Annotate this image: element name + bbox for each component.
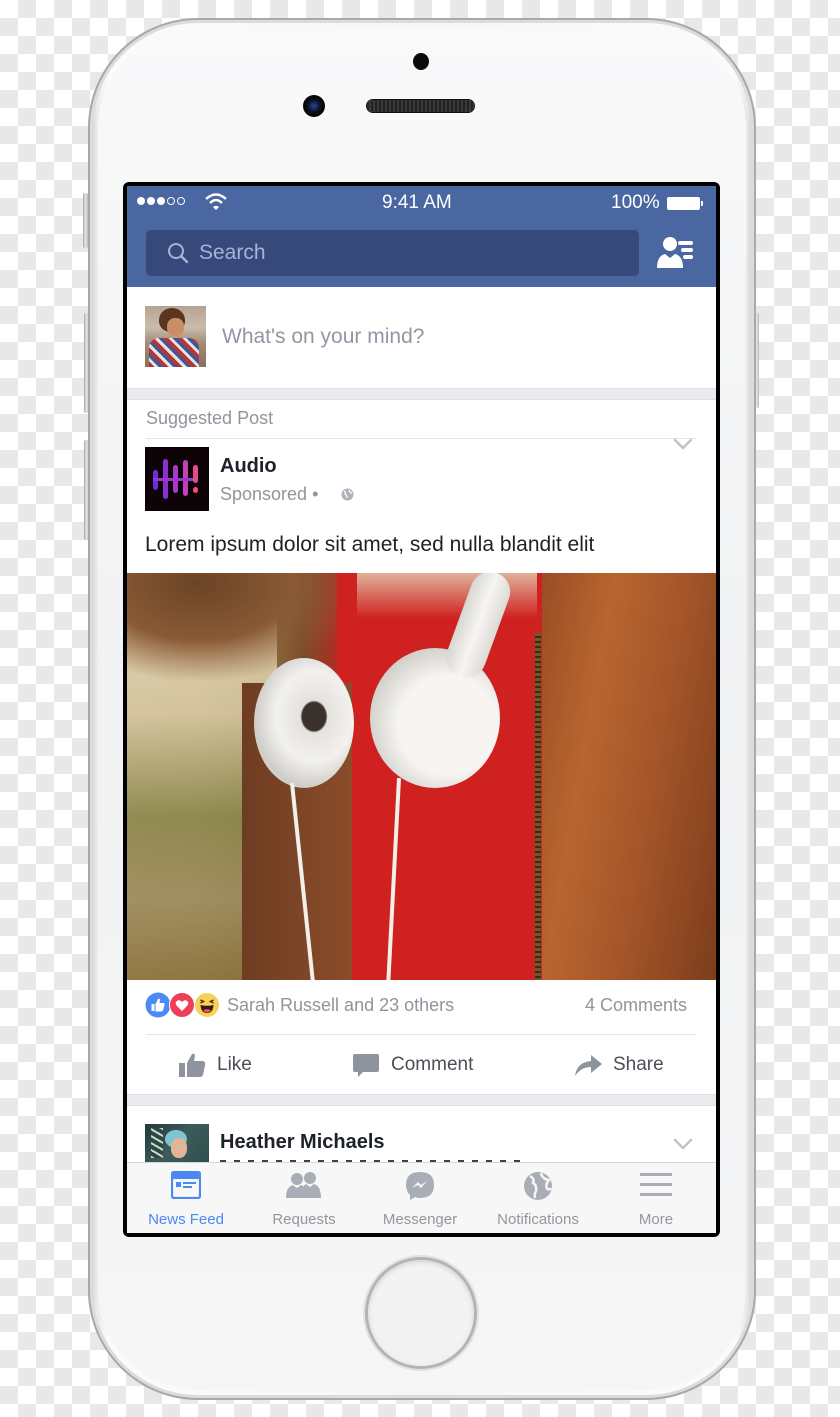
battery-percent: 100% (611, 192, 660, 213)
tab-messenger[interactable]: Messenger (361, 1163, 479, 1233)
tab-label: News Feed (148, 1211, 224, 1228)
sponsored-label: Sponsored • (220, 484, 319, 504)
composer-placeholder: What's on your mind? (222, 325, 425, 348)
earpiece-speaker (367, 100, 474, 112)
like-label: Like (217, 1054, 252, 1075)
proximity-sensor (413, 53, 429, 70)
search-icon (168, 243, 189, 264)
tab-label: More (638, 1211, 674, 1228)
reaction-icons[interactable] (145, 992, 225, 1020)
user-avatar[interactable] (145, 306, 206, 367)
haha-reaction-icon (194, 992, 220, 1018)
front-camera (303, 95, 325, 117)
post-options-chevron-icon[interactable] (673, 438, 693, 450)
divider (146, 438, 697, 439)
hamburger-icon (640, 1173, 672, 1196)
signal-strength-icon (137, 197, 185, 205)
thumbs-up-icon (179, 1053, 206, 1077)
next-post: Heather Michaels (127, 1106, 716, 1166)
suggested-post-label: Suggested Post (146, 408, 274, 428)
tab-label: Notifications (497, 1211, 579, 1228)
messenger-icon (406, 1172, 434, 1200)
wifi-icon (205, 193, 227, 210)
share-label: Share (613, 1054, 664, 1075)
tab-news-feed[interactable]: News Feed (127, 1163, 245, 1233)
divider (146, 1034, 697, 1035)
share-button[interactable]: Share (567, 1040, 707, 1090)
phone-screen: 9:41 AM 100% Search What's on your mind?… (123, 182, 720, 1237)
friend-requests-icon[interactable] (657, 236, 697, 270)
search-input[interactable]: Search (146, 230, 639, 276)
battery-icon (667, 197, 700, 210)
app-header: 9:41 AM 100% Search (127, 186, 716, 287)
tab-label: Requests (272, 1211, 336, 1228)
tab-label: Messenger (382, 1211, 458, 1228)
feed-separator (127, 1094, 716, 1106)
love-reaction-icon (169, 992, 195, 1018)
tab-notifications[interactable]: Notifications (479, 1163, 597, 1233)
globe-icon (341, 488, 354, 501)
search-placeholder: Search (199, 241, 266, 264)
share-arrow-icon (575, 1055, 602, 1076)
tab-more[interactable]: More (597, 1163, 715, 1233)
status-composer[interactable]: What's on your mind? (127, 287, 716, 388)
author-name[interactable]: Heather Michaels (220, 1131, 385, 1154)
suggested-post: Suggested Post Audio Sponsored • Lorem i… (127, 400, 716, 1095)
app-viewport: 9:41 AM 100% Search What's on your mind?… (127, 186, 716, 1233)
comment-count[interactable]: 4 Comments (585, 995, 687, 1016)
page-name[interactable]: Audio (220, 455, 277, 478)
comment-bubble-icon (353, 1054, 379, 1077)
battery-tip (701, 201, 703, 206)
status-time: 9:41 AM (382, 192, 452, 213)
comment-button[interactable]: Comment (347, 1040, 517, 1090)
like-reaction-icon (145, 992, 171, 1018)
globe-icon (524, 1172, 553, 1200)
friends-icon (286, 1172, 321, 1198)
reaction-summary[interactable]: Sarah Russell and 23 others (227, 995, 454, 1016)
like-button[interactable]: Like (167, 1040, 317, 1090)
bottom-tab-bar: News Feed Requests Messenger Notificatio… (127, 1162, 716, 1233)
feed-separator (127, 388, 716, 400)
post-text: Lorem ipsum dolor sit amet, sed nulla bl… (145, 533, 595, 556)
post-options-chevron-icon[interactable] (673, 1138, 693, 1150)
home-button[interactable] (368, 1260, 474, 1366)
post-image[interactable] (127, 573, 716, 980)
author-avatar[interactable] (145, 1124, 209, 1166)
news-feed-icon (171, 1171, 201, 1199)
comment-label: Comment (391, 1054, 474, 1075)
audio-page-logo[interactable] (145, 447, 209, 511)
tab-requests[interactable]: Requests (245, 1163, 363, 1233)
